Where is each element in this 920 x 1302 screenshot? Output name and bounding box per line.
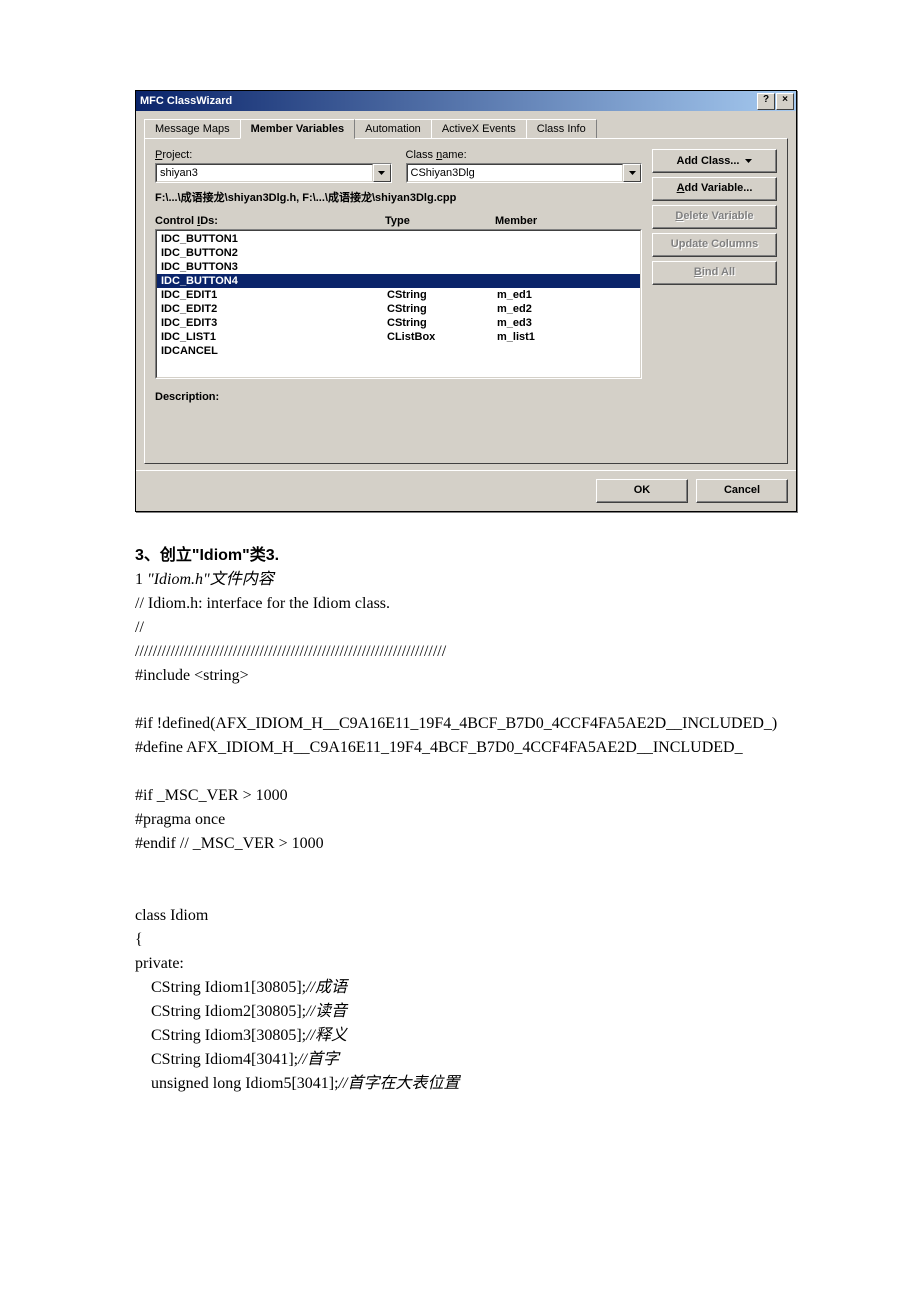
member-variables-panel: Project: Class name: [144, 138, 788, 464]
classwizard-dialog: MFC ClassWizard ? × Message MapsMember V… [135, 90, 797, 512]
tab-member-variables[interactable]: Member Variables [240, 119, 356, 139]
control-ids-header: Control IDs: [155, 215, 385, 227]
list-item[interactable]: IDC_LIST1CListBoxm_list1 [157, 330, 640, 344]
help-button[interactable]: ? [757, 93, 775, 110]
project-input[interactable] [156, 164, 373, 182]
description-label: Description: [155, 391, 642, 403]
classname-combo[interactable] [406, 163, 643, 183]
classname-input[interactable] [407, 164, 624, 182]
tab-strip: Message MapsMember VariablesAutomationAc… [144, 119, 788, 139]
cancel-button[interactable]: Cancel [696, 479, 788, 503]
classname-label: Class name: [406, 149, 643, 161]
list-item[interactable]: IDC_EDIT2CStringm_ed2 [157, 302, 640, 316]
add-variable-button[interactable]: Add Variable... [652, 177, 777, 201]
chevron-down-icon[interactable] [373, 164, 391, 182]
project-combo[interactable] [155, 163, 392, 183]
bind-all-button: Bind All [652, 261, 777, 285]
delete-variable-button: Delete Variable [652, 205, 777, 229]
chevron-down-icon[interactable] [623, 164, 641, 182]
description-area [155, 403, 642, 453]
window-title: MFC ClassWizard [138, 95, 232, 107]
list-item[interactable]: IDC_BUTTON1 [157, 232, 640, 246]
add-class-button[interactable]: Add Class... [652, 149, 777, 173]
list-item[interactable]: IDC_EDIT3CStringm_ed3 [157, 316, 640, 330]
titlebar[interactable]: MFC ClassWizard ? × [136, 91, 796, 111]
tab-activex-events[interactable]: ActiveX Events [431, 119, 527, 139]
list-item[interactable]: IDC_EDIT1CStringm_ed1 [157, 288, 640, 302]
ok-button[interactable]: OK [596, 479, 688, 503]
project-label: Project: [155, 149, 392, 161]
tab-class-info[interactable]: Class Info [526, 119, 597, 139]
tab-automation[interactable]: Automation [354, 119, 432, 139]
tab-message-maps[interactable]: Message Maps [144, 119, 241, 139]
list-item[interactable]: IDC_BUTTON2 [157, 246, 640, 260]
list-item[interactable]: IDCANCEL [157, 344, 640, 358]
member-header: Member [495, 215, 642, 227]
file-path: F:\...\成语接龙\shiyan3Dlg.h, F:\...\成语接龙\sh… [155, 189, 642, 205]
list-item[interactable]: IDC_BUTTON3 [157, 260, 640, 274]
chevron-down-icon [745, 159, 752, 163]
type-header: Type [385, 215, 495, 227]
update-columns-button: Update Columns [652, 233, 777, 257]
list-item[interactable]: IDC_BUTTON4 [157, 274, 640, 288]
document-text: 3、创立"Idiom"类3. 1 "Idiom.h"文件内容 // Idiom.… [135, 544, 785, 1096]
control-list[interactable]: IDC_BUTTON1IDC_BUTTON2IDC_BUTTON3IDC_BUT… [155, 229, 642, 379]
close-button[interactable]: × [776, 93, 794, 110]
